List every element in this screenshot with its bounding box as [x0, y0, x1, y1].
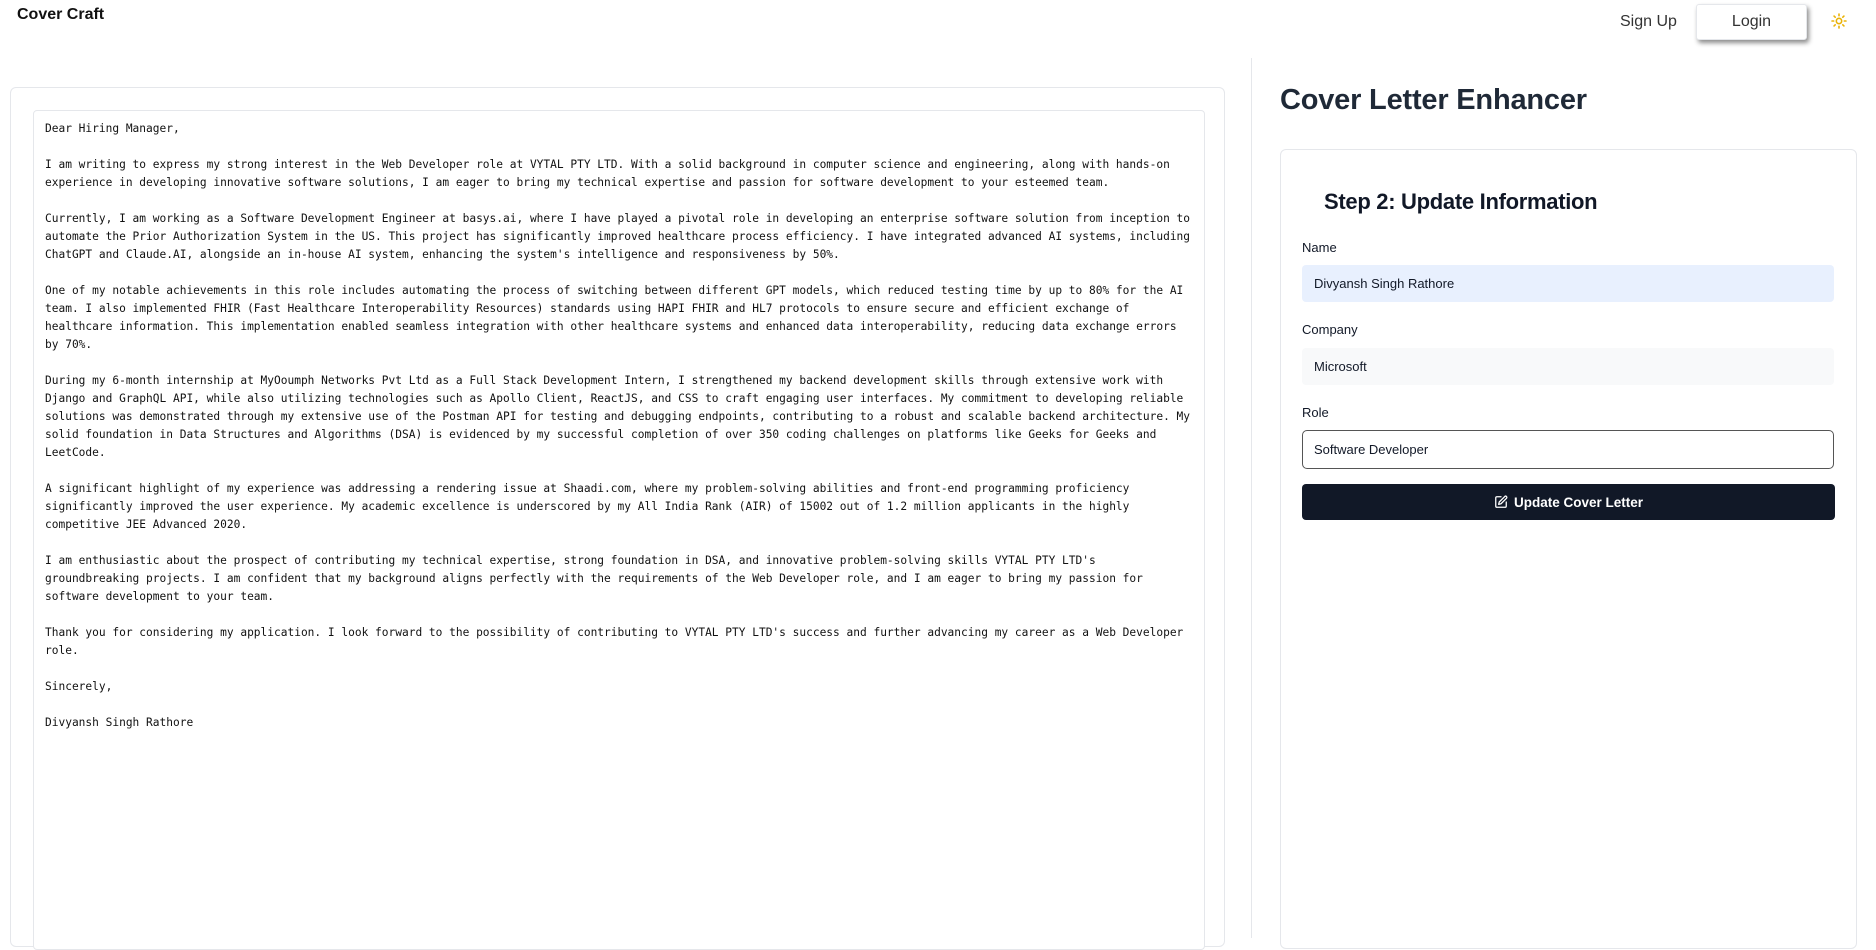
sign-up-link[interactable]: Sign Up [1620, 13, 1677, 31]
update-cover-letter-button[interactable]: Update Cover Letter [1302, 484, 1835, 520]
panel-divider [1251, 58, 1252, 938]
role-label: Role [1302, 405, 1329, 420]
navbar: Cover Craft Sign Up Login [0, 0, 1876, 40]
role-input[interactable] [1302, 430, 1834, 469]
brand-logo-text[interactable]: Cover Craft [17, 6, 104, 24]
company-label: Company [1302, 322, 1358, 337]
name-label: Name [1302, 240, 1337, 255]
edit-icon [1494, 495, 1508, 509]
company-input[interactable] [1302, 348, 1834, 385]
update-button-label: Update Cover Letter [1513, 494, 1644, 510]
step-title: Step 2: Update Information [1324, 189, 1598, 214]
login-button[interactable]: Login [1696, 4, 1807, 40]
sun-icon[interactable] [1831, 13, 1847, 29]
cover-letter-textarea[interactable]: Dear Hiring Manager, I am writing to exp… [33, 110, 1205, 950]
name-input[interactable] [1302, 265, 1834, 302]
page-title: Cover Letter Enhancer [1280, 84, 1587, 116]
